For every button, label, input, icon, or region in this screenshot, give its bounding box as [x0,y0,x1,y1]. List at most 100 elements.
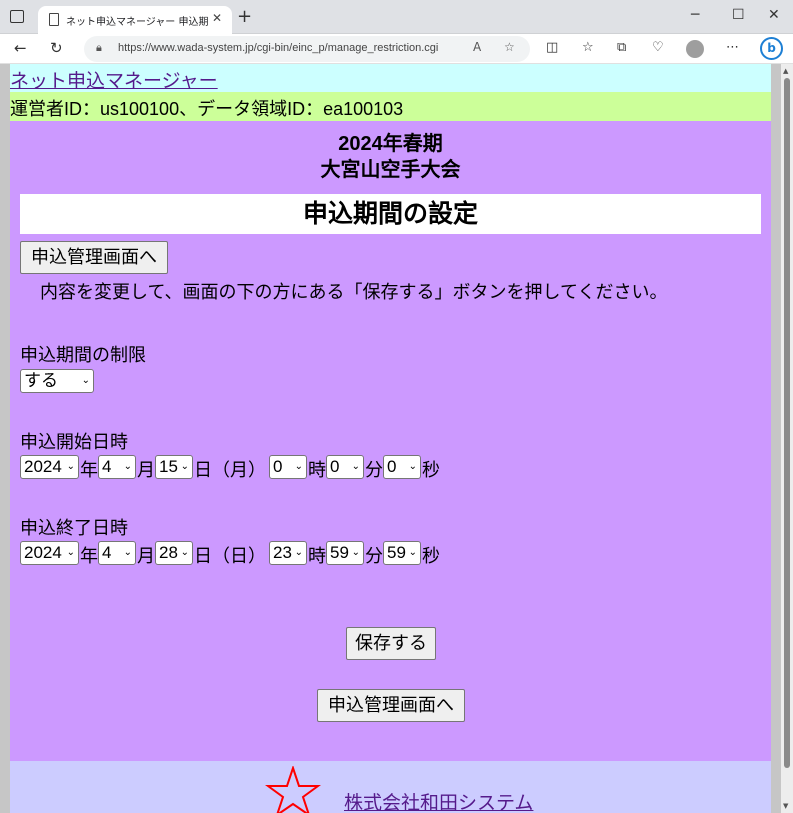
window-close-icon[interactable]: ✕ [768,7,780,23]
tab-title: ネット申込マネージャー 申込期間の設 [66,17,208,28]
browser-tab-bar: ネット申込マネージャー 申込期間の設 ✕ + ─ ☐ ✕ [0,0,793,34]
chevron-down-icon: ⌄ [81,375,90,386]
chevron-down-icon: ⌄ [351,547,360,558]
tab-actions-icon[interactable] [10,10,24,23]
chevron-down-icon: ⌄ [123,461,132,472]
end-month-value: 4 [102,543,112,562]
lock-icon[interactable]: 🔒︎ [96,41,102,55]
page-viewport: ▲ ▼ ネット申込マネージャー 運営者ID：us100100、データ領域ID：e… [0,64,793,813]
unit-second: 秒 [422,546,440,566]
more-menu-icon[interactable]: ⋯ [726,40,739,55]
profile-avatar-icon[interactable] [686,40,704,58]
maximize-icon[interactable]: ☐ [732,7,745,23]
scroll-up-icon[interactable]: ▲ [783,67,788,75]
end-month-select[interactable]: 4 ⌄ [98,541,136,565]
event-season: 2024年春期 [338,133,443,155]
page-content: ネット申込マネージャー 運営者ID：us100100、データ領域ID：ea100… [10,64,771,813]
back-icon[interactable]: ← [14,39,27,57]
site-home-link[interactable]: ネット申込マネージャー [10,66,218,93]
collections-icon[interactable]: ⧉ [617,40,626,55]
end-second-select[interactable]: 59 ⌄ [383,541,421,565]
chevron-down-icon: ⌄ [123,547,132,558]
main-panel: 2024年春期 大宮山空手大会 申込期間の設定 申込管理画面へ 内容を変更して、… [10,121,771,761]
start-month-value: 4 [102,457,112,476]
end-year-select[interactable]: 2024 ⌄ [20,541,79,565]
vertical-scrollbar[interactable]: ▲ ▼ [781,64,793,813]
unit-month: 月 [137,460,155,480]
end-day-select[interactable]: 28 ⌄ [155,541,193,565]
address-toolbar: ← ↻ 🔒︎ https://www.wada-system.jp/cgi-bi… [0,34,793,64]
account-id-bar: 運営者ID：us100100、データ領域ID：ea100103 [10,92,771,121]
event-title: 2024年春期 大宮山空手大会 [10,131,771,183]
favorites-icon[interactable]: ☆ [582,40,594,55]
chevron-down-icon: ⌄ [351,461,360,472]
start-second-select[interactable]: 0 ⌄ [383,455,421,479]
bing-copilot-icon[interactable]: b [760,37,783,60]
frame-border-left [0,64,10,813]
company-link[interactable]: 株式会社和田システム [344,788,533,813]
chevron-down-icon: ⌄ [294,547,303,558]
start-weekday: 日（月） [194,460,266,480]
end-year-value: 2024 [24,543,62,562]
start-label: 申込開始日時 [20,432,128,452]
unit-minute: 分 [365,460,383,480]
start-second-value: 0 [387,457,397,476]
unit-minute: 分 [365,546,383,566]
end-minute-select[interactable]: 59 ⌄ [326,541,364,565]
end-weekday: 日（日） [194,546,266,566]
refresh-icon[interactable]: ↻ [50,39,63,57]
frame-border-right [771,64,781,813]
read-aloud-icon[interactable]: A [473,40,481,54]
favorite-star-icon[interactable]: ☆ [504,40,515,54]
start-hour-select[interactable]: 0 ⌄ [269,455,307,479]
end-second-value: 59 [387,543,406,562]
instruction-text: 内容を変更して、画面の下の方にある「保存する」ボタンを押してください。 [40,282,668,302]
chevron-down-icon: ⌄ [408,547,417,558]
page-heading: 申込期間の設定 [20,194,761,234]
unit-second: 秒 [422,460,440,480]
start-year-value: 2024 [24,457,62,476]
start-day-select[interactable]: 15 ⌄ [155,455,193,479]
chevron-down-icon: ⌄ [180,461,189,472]
chevron-down-icon: ⌄ [294,461,303,472]
limit-select[interactable]: する ⌄ [20,369,94,393]
unit-year: 年 [80,460,98,480]
start-day-value: 15 [159,457,178,476]
unit-month: 月 [137,546,155,566]
url-field[interactable]: 🔒︎ https://www.wada-system.jp/cgi-bin/ei… [84,36,530,62]
end-hour-select[interactable]: 23 ⌄ [269,541,307,565]
limit-label: 申込期間の制限 [20,345,146,365]
back-to-management-button[interactable]: 申込管理画面へ [20,241,168,274]
event-name: 大宮山空手大会 [320,159,461,181]
start-month-select[interactable]: 4 ⌄ [98,455,136,479]
browser-essentials-icon[interactable]: ♡ [652,40,664,55]
site-title-bar: ネット申込マネージャー [10,64,771,92]
save-button[interactable]: 保存する [346,627,436,660]
tab-close-icon[interactable]: ✕ [212,11,222,25]
end-day-value: 28 [159,543,178,562]
unit-year: 年 [80,546,98,566]
end-minute-value: 59 [330,543,349,562]
end-datetime-row: 2024 ⌄ 年 4 ⌄ 月 28 ⌄ 日（日） 23 ⌄ 時 59 ⌄ 分 59 ⌄ 秒 [10,541,771,567]
start-minute-value: 0 [330,457,340,476]
page-icon [49,13,59,26]
scroll-down-icon[interactable]: ▼ [783,802,788,810]
end-label: 申込終了日時 [20,518,128,538]
unit-hour: 時 [308,546,326,566]
browser-tab[interactable]: ネット申込マネージャー 申込期間の設 ✕ [38,6,232,34]
split-screen-icon[interactable]: ◫ [546,40,558,55]
chevron-down-icon: ⌄ [66,461,75,472]
new-tab-icon[interactable]: + [237,6,252,27]
account-ids: 運営者ID：us100100、データ領域ID：ea100103 [10,99,404,119]
start-year-select[interactable]: 2024 ⌄ [20,455,79,479]
start-minute-select[interactable]: 0 ⌄ [326,455,364,479]
minimize-icon[interactable]: ─ [691,7,699,23]
star-logo-icon [265,766,321,813]
chevron-down-icon: ⌄ [180,547,189,558]
chevron-down-icon: ⌄ [408,461,417,472]
end-hour-value: 23 [273,543,292,562]
scrollbar-thumb[interactable] [784,78,790,768]
url-text[interactable]: https://www.wada-system.jp/cgi-bin/einc_… [118,42,438,54]
back-to-management-button-bottom[interactable]: 申込管理画面へ [317,689,465,722]
unit-hour: 時 [308,460,326,480]
